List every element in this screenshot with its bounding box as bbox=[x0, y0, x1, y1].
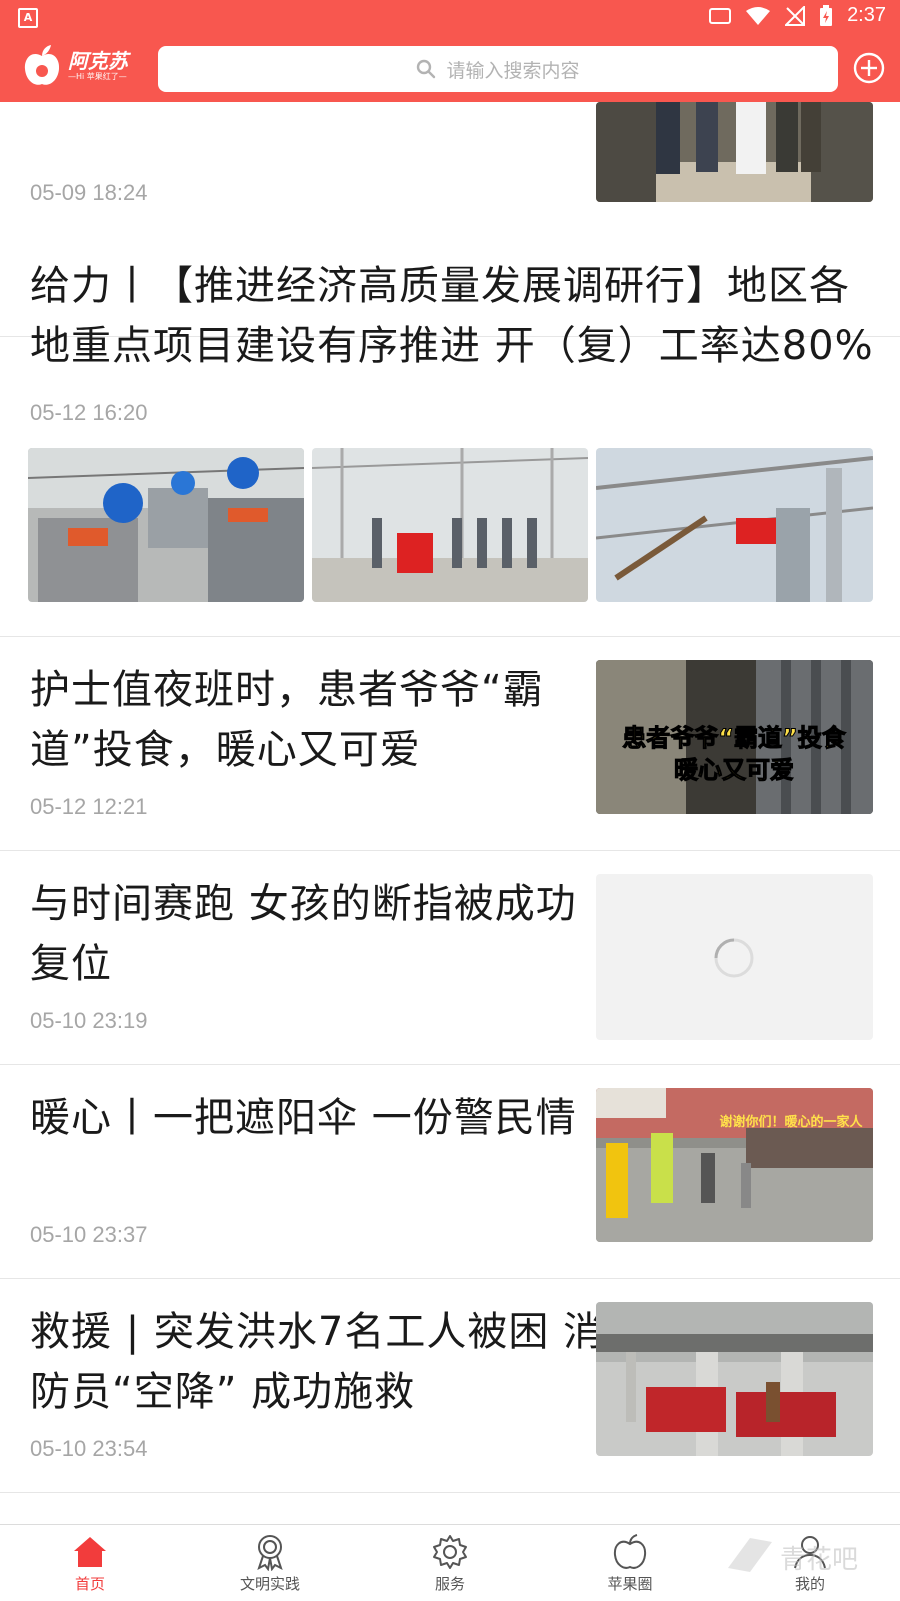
news-thumbnail-loading bbox=[596, 874, 873, 1040]
news-title: 给力丨【推进经济高质量发展调研行】地区各 地重点项目建设有序推进 开（复）工率达… bbox=[30, 263, 874, 369]
apple-icon bbox=[613, 1534, 647, 1569]
news-item[interactable]: 暖心丨一把遮阳伞 一份警民情 05-10 23:37 谢谢你们！暖心的一家人 bbox=[0, 1064, 900, 1279]
add-icon[interactable] bbox=[853, 52, 885, 84]
news-time: 05-10 23:54 bbox=[30, 1436, 148, 1461]
news-title: 与时间赛跑 女孩的断指被成功 复位 bbox=[30, 881, 577, 987]
news-thumbnail bbox=[596, 102, 873, 202]
search-input[interactable]: 请输入搜索内容 bbox=[158, 46, 838, 92]
clock: 2:37 bbox=[847, 4, 886, 26]
tab-service[interactable]: 服务 bbox=[360, 1525, 540, 1601]
tab-apple-circle[interactable]: 苹果圈 bbox=[540, 1525, 720, 1601]
tab-label: 文明实践 bbox=[239, 1575, 300, 1593]
cast-icon bbox=[709, 7, 732, 24]
news-feed[interactable]: 05-09 18:24 给力丨【推进经济高质量发展调研行】地区各 地重点项目建设… bbox=[0, 102, 900, 1524]
apple-logo-icon bbox=[24, 45, 60, 85]
news-item[interactable]: 与时间赛跑 女孩的断指被成功 复位 05-10 23:19 bbox=[0, 850, 900, 1065]
news-image bbox=[28, 448, 304, 602]
app-slogan: —Hi 苹果红了— bbox=[68, 72, 127, 81]
app-name: 阿克苏 bbox=[68, 49, 128, 73]
tab-home[interactable]: 首页 bbox=[0, 1525, 180, 1601]
loading-spinner-icon bbox=[714, 938, 754, 978]
news-time: 05-10 23:37 bbox=[30, 1222, 148, 1247]
watermark-logo: 青花吧 bbox=[728, 1538, 858, 1575]
notification-icon: A bbox=[18, 8, 38, 28]
battery-icon bbox=[820, 4, 833, 26]
tab-civilization-practice[interactable]: 文明实践 bbox=[180, 1525, 360, 1601]
image-caption-line: 患者爷爷“霸道”投食 bbox=[622, 724, 847, 752]
news-item[interactable]: 救援 | 突发洪水7名工人被困 消 防员“空降” 成功施救 05-10 23:5… bbox=[0, 1278, 900, 1493]
status-bar: A 2:37 bbox=[0, 0, 900, 36]
news-time: 05-09 18:24 bbox=[30, 180, 148, 205]
news-item[interactable]: 护士值夜班时，患者爷爷“霸 道”投食，暖心又可爱 05-12 12:21 患者爷… bbox=[0, 636, 900, 851]
tab-label: 首页 bbox=[74, 1575, 105, 1593]
tab-label: 服务 bbox=[434, 1575, 465, 1593]
news-title: 救援 | 突发洪水7名工人被困 消 防员“空降” 成功施救 bbox=[30, 1309, 605, 1415]
watermark-text: 青花吧 bbox=[780, 1545, 858, 1575]
tab-label: 苹果圈 bbox=[607, 1575, 653, 1593]
news-image bbox=[312, 448, 588, 602]
no-signal-icon bbox=[785, 5, 806, 26]
image-caption: 谢谢你们！暖心的一家人 bbox=[719, 1114, 863, 1130]
news-time: 05-12 12:21 bbox=[30, 794, 148, 819]
app-header: A 2:37 阿克苏 —Hi 苹果红了— 请输入搜索内容 bbox=[0, 0, 900, 102]
news-thumbnail: 谢谢你们！暖心的一家人 bbox=[596, 1088, 873, 1242]
news-time: 05-10 23:19 bbox=[30, 1008, 148, 1033]
news-image bbox=[596, 448, 873, 602]
news-thumbnail: 患者爷爷“霸道”投食 暖心又可爱 bbox=[596, 660, 873, 814]
home-icon bbox=[74, 1537, 106, 1567]
search-icon bbox=[417, 59, 436, 79]
medal-icon bbox=[257, 1535, 283, 1571]
news-thumbnail bbox=[596, 1302, 873, 1456]
search-placeholder: 请输入搜索内容 bbox=[446, 59, 580, 82]
gear-icon bbox=[433, 1535, 467, 1569]
app-logo[interactable]: 阿克苏 —Hi 苹果红了— bbox=[22, 44, 128, 88]
news-title: 护士值夜班时，患者爷爷“霸 道”投食，暖心又可爱 bbox=[30, 667, 544, 773]
news-title: 暖心丨一把遮阳伞 一份警民情 bbox=[30, 1095, 577, 1141]
image-caption-line: 暖心又可爱 bbox=[674, 756, 794, 784]
news-item[interactable]: 给力丨【推进经济高质量发展调研行】地区各 地重点项目建设有序推进 开（复）工率达… bbox=[0, 236, 900, 637]
news-time: 05-12 16:20 bbox=[30, 400, 148, 425]
wifi-icon bbox=[746, 6, 771, 25]
